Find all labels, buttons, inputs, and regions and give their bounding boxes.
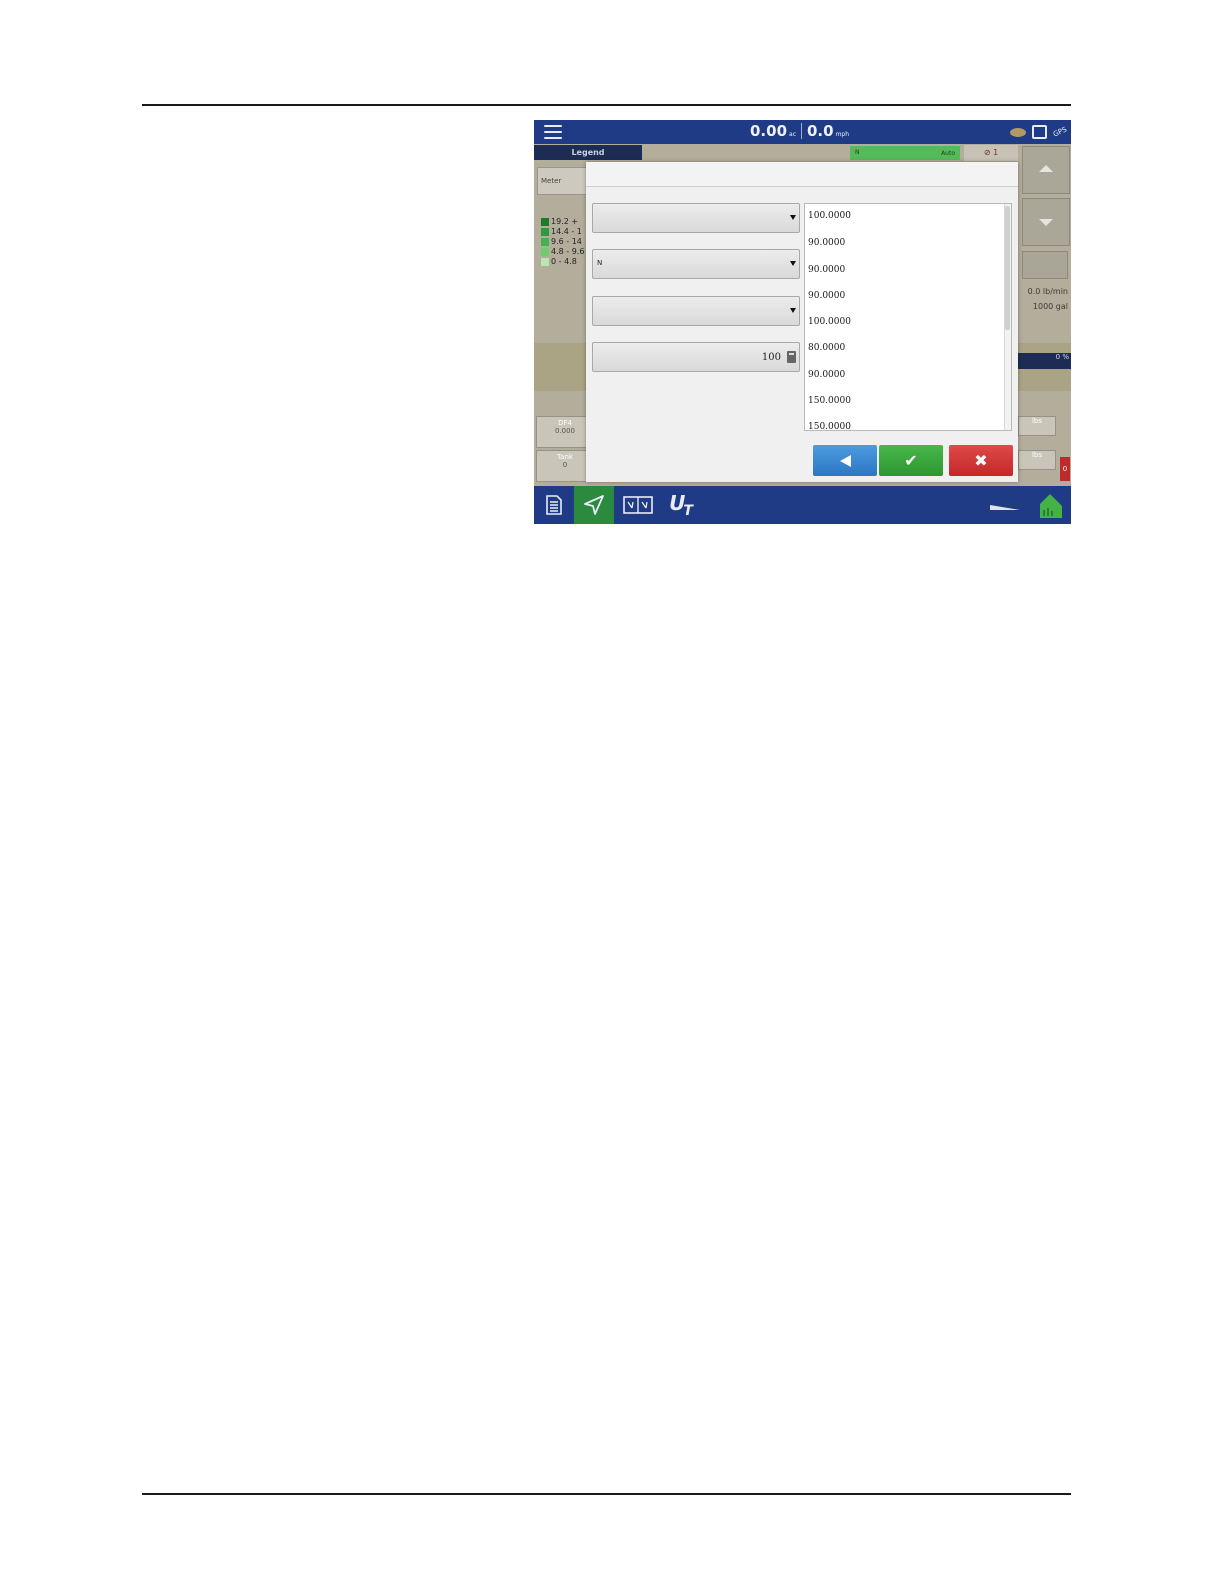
product-settings-dialog: N 100 100.0000 90.0000 90.0000 90.0000 1… xyxy=(586,162,1018,482)
scroll-up-button xyxy=(1022,146,1070,194)
rate-readout: 0.0 lb/min 1000 gal xyxy=(1027,287,1068,311)
split-view-icon xyxy=(623,496,653,514)
arrow-up-icon xyxy=(1039,165,1053,172)
list-item[interactable]: 150.0000 xyxy=(805,388,1011,414)
status-icons: GPS xyxy=(1009,124,1068,140)
header-rule xyxy=(142,104,1071,106)
accept-button[interactable]: ✔ xyxy=(879,445,943,476)
dropdown-arrow-icon xyxy=(790,215,796,220)
speed-readout: 0.00 ac 0.0 mph xyxy=(750,122,849,140)
percent-readout: 0 % xyxy=(1018,353,1071,369)
value-list[interactable]: 100.0000 90.0000 90.0000 90.0000 100.000… xyxy=(804,203,1012,431)
dropdown-3[interactable] xyxy=(592,296,800,326)
number-input[interactable]: 100 xyxy=(592,342,800,372)
satellite-icon[interactable] xyxy=(1009,127,1026,137)
speed-unit: mph xyxy=(835,131,850,138)
list-item[interactable]: 90.0000 xyxy=(805,362,1011,388)
list-item[interactable]: 90.0000 xyxy=(805,230,1011,256)
right-cell-2: lbs xyxy=(1018,450,1056,470)
universal-terminal-icon: UT xyxy=(669,491,693,519)
dropdown-2[interactable]: N xyxy=(592,249,800,279)
cancel-button[interactable]: ✖ xyxy=(949,445,1013,476)
close-icon: ✖ xyxy=(974,450,988,470)
alarm-tab: ⊘ 1 xyxy=(964,145,1018,161)
nav-split-button[interactable] xyxy=(618,486,658,524)
list-scrollbar[interactable] xyxy=(1004,204,1011,430)
gps-icon[interactable]: GPS xyxy=(1052,125,1068,138)
field-green-icon[interactable] xyxy=(1036,492,1064,520)
display-screenshot: 0.00 ac 0.0 mph GPS Legend N Auto ⊘ 1 Meter… xyxy=(534,120,1071,524)
right-cell-1: lbs xyxy=(1018,416,1056,436)
legend-item: 19.2 + xyxy=(541,217,584,227)
dropdown-arrow-icon xyxy=(790,261,796,266)
list-item[interactable]: 90.0000 xyxy=(805,257,1011,283)
dialog-header xyxy=(586,162,1018,187)
arrow-down-icon xyxy=(1039,219,1053,226)
legend-item: 9.6 - 14 xyxy=(541,237,584,247)
number-input-value: 100 xyxy=(761,352,781,363)
dropdown-1[interactable] xyxy=(592,203,800,233)
back-button[interactable] xyxy=(813,445,877,476)
scroll-down-button xyxy=(1022,198,1070,246)
meter-button: Meter xyxy=(537,167,591,195)
list-item[interactable]: 100.0000 xyxy=(805,204,1011,230)
nav-home-button[interactable] xyxy=(534,486,574,524)
calculator-icon[interactable] xyxy=(787,351,796,363)
list-item[interactable]: 150.0000 xyxy=(805,414,1011,430)
nav-map-button[interactable] xyxy=(574,486,614,524)
area-unit: ac xyxy=(789,131,796,138)
alarm-count: 1 xyxy=(993,148,999,157)
back-arrow-icon xyxy=(839,454,851,467)
legend-list: 19.2 + 14.4 - 1 9.6 - 14 4.8 - 9.6 0 - 4… xyxy=(541,217,584,267)
list-item[interactable]: 80.0000 xyxy=(805,335,1011,361)
list-item[interactable]: 90.0000 xyxy=(805,283,1011,309)
legend-item: 0 - 4.8 xyxy=(541,257,584,267)
dropdown-arrow-icon xyxy=(790,308,796,313)
legend-item: 14.4 - 1 xyxy=(541,227,584,237)
product-bar: N Auto xyxy=(850,146,960,160)
pencil-button xyxy=(1022,251,1068,279)
legend-tab: Legend xyxy=(534,145,642,160)
top-status-bar: 0.00 ac 0.0 mph GPS xyxy=(534,120,1071,144)
checkmark-icon: ✔ xyxy=(904,450,918,470)
footer-rule xyxy=(142,1493,1071,1495)
dropdown-2-value: N xyxy=(597,259,603,267)
navigation-arrow-icon xyxy=(584,495,604,515)
boom-wedge-icon[interactable] xyxy=(990,500,1020,510)
product-status: Auto xyxy=(941,150,955,157)
speed-value: 0.0 xyxy=(807,122,834,140)
document-icon xyxy=(546,495,562,515)
scroll-thumb[interactable] xyxy=(1005,206,1010,330)
device-icon[interactable] xyxy=(1031,125,1047,139)
red-badge: 0 xyxy=(1060,457,1070,481)
product-tag: N xyxy=(855,149,860,156)
area-value: 0.00 xyxy=(750,122,788,140)
list-item[interactable]: 100.0000 xyxy=(805,309,1011,335)
menu-icon[interactable] xyxy=(544,125,562,139)
legend-item: 4.8 - 9.6 xyxy=(541,247,584,257)
bottom-nav-bar: UT xyxy=(534,486,1071,524)
nav-ut-button[interactable]: UT xyxy=(660,486,700,524)
